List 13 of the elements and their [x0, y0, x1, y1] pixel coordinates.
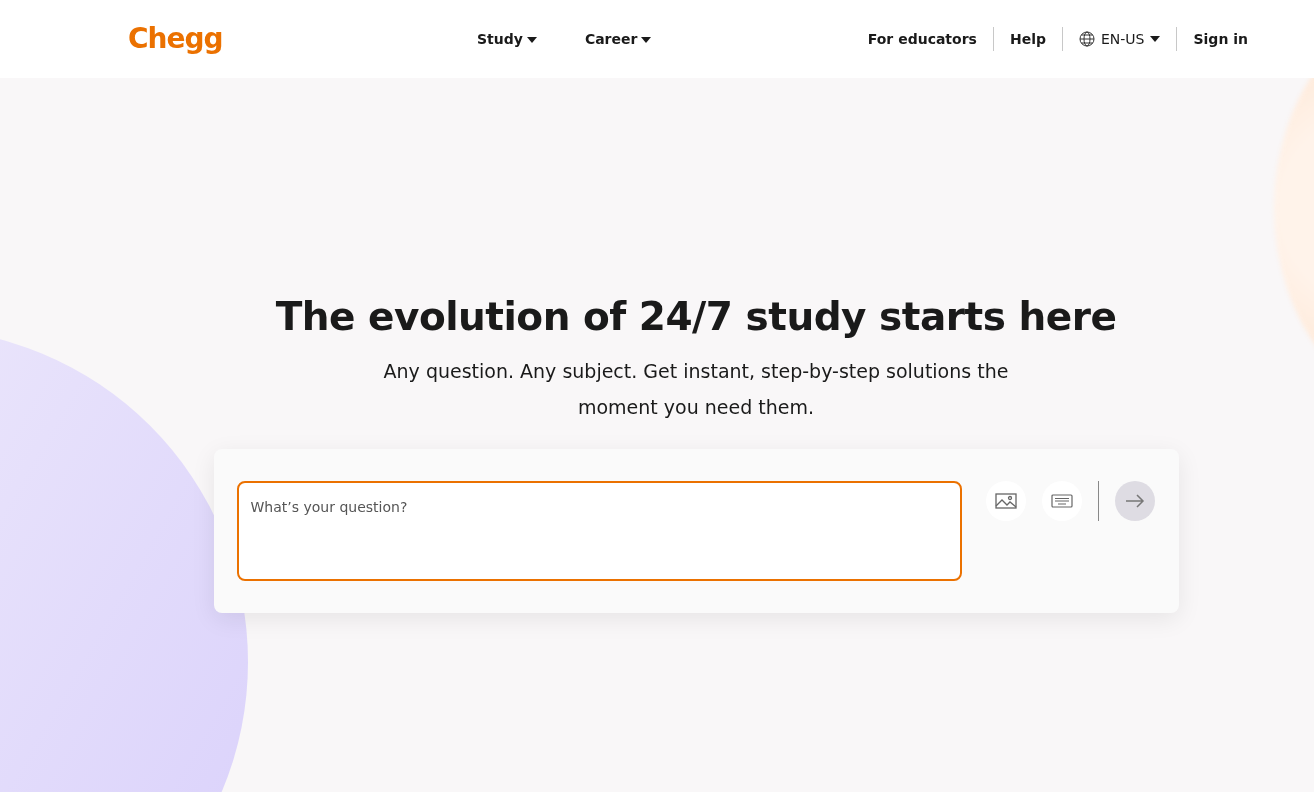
keyboard-icon — [1050, 493, 1073, 508]
image-icon — [994, 492, 1017, 509]
language-selector[interactable]: EN-US — [1078, 28, 1161, 50]
arrow-right-icon — [1124, 493, 1145, 508]
nav-link[interactable]: For educators — [867, 28, 977, 50]
question-field[interactable]: What’s your question? — [236, 480, 962, 581]
hero-heading: The evolution of 24/7 study starts here — [274, 294, 1118, 341]
globe-icon — [1078, 31, 1095, 47]
nav-link[interactable]: Sign in — [1193, 28, 1248, 50]
hero-subtitle: Any question. Any subject. Get instant, step-by-step solutions the moment you need them. — [382, 358, 1010, 420]
nav-menu[interactable]: Study — [477, 28, 537, 50]
nav-link[interactable]: Help — [1009, 28, 1046, 50]
nav-menu[interactable]: Career — [584, 28, 652, 50]
